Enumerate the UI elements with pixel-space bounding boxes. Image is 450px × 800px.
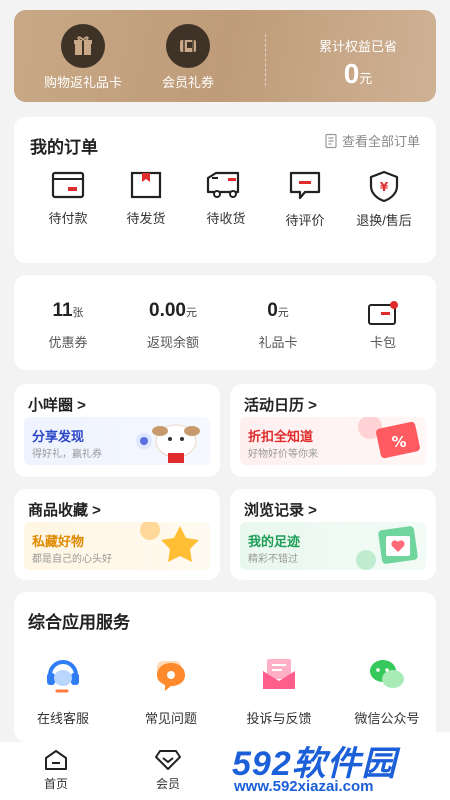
coupon-icon [180,37,196,55]
faq-icon [157,661,185,691]
footprint-banner[interactable]: 我的足迹 精彩不错过 [240,522,426,570]
order-after-sales[interactable]: ¥ 退换/售后 [344,170,424,229]
order-pending-payment[interactable]: 待付款 [28,170,108,227]
share-banner[interactable]: 分享发现 得好礼，赢礼券 [24,417,210,465]
comment-icon [289,171,321,200]
gift-card-label[interactable]: 购物返礼品卡 [28,72,138,91]
list-icon [325,133,337,148]
truck-icon [206,171,240,198]
saved-label: 累计权益已省 [318,39,397,54]
services-title: 综合应用服务 [28,613,130,632]
mascot-icon [136,424,200,463]
discount-banner[interactable]: 折扣全知道 好物好价等你来 % [240,417,426,465]
headset-icon [47,660,79,693]
wallet-cashback[interactable]: 0.00元 返现余额 [123,300,223,351]
coupon-button[interactable] [166,24,210,68]
svg-text:%: % [391,433,406,451]
orders-title: 我的订单 [30,138,98,157]
wechat-icon [370,660,404,688]
tile-event-calendar[interactable]: 活动日历 > 折扣全知道 好物好价等你来 % [230,384,436,477]
gift-card-button[interactable] [61,24,105,68]
watermark-url: www.592xiazai.com [234,778,374,795]
calendar-heart-icon [356,526,418,570]
tab-home[interactable]: 首页 [26,748,86,792]
mail-icon [263,659,295,689]
service-online-support[interactable]: 在线客服 [13,655,113,727]
benefits-banner: 购物返礼品卡 会员礼券 累计权益已省 0元 [14,10,436,102]
card-wallet-icon [368,301,398,325]
home-icon [45,750,67,770]
tile-history[interactable]: 浏览记录 > 我的足迹 精彩不错过 [230,489,436,580]
service-wechat[interactable]: 微信公众号 [337,655,437,727]
view-all-orders-link[interactable]: 查看全部订单 [323,131,420,150]
order-pending-review[interactable]: 待评价 [265,170,345,229]
tile-favorites[interactable]: 商品收藏 > 私藏好物 都是自己的心头好 [14,489,220,580]
diamond-icon [155,750,181,770]
coupon-label[interactable]: 会员礼券 [133,72,243,91]
shield-yen-icon: ¥ [369,170,399,202]
wallet-giftcard[interactable]: 0元 礼品卡 [228,300,328,351]
discount-tag-icon: % [358,417,420,459]
star-icon [140,522,199,562]
wallet-icon [51,171,85,199]
tab-member[interactable]: 会员 [138,748,198,792]
package-icon [130,171,162,199]
order-pending-shipment[interactable]: 待发货 [106,170,186,227]
service-complaint-feedback[interactable]: 投诉与反馈 [229,655,329,727]
wallet-coupons[interactable]: 11张 优惠券 [18,300,118,351]
svg-text:¥: ¥ [380,180,389,194]
order-pending-receipt[interactable]: 待收货 [186,170,266,227]
divider [265,34,266,86]
favorites-banner[interactable]: 私藏好物 都是自己的心头好 [24,522,210,570]
service-faq[interactable]: 常见问题 [121,655,221,727]
gift-icon [74,36,92,55]
watermark: 592软件园 www.592xiazai.com [224,732,450,800]
wallet-card-pack[interactable]: 卡包 [333,300,433,351]
saved-value: 0元 [343,58,373,89]
tile-xiaomie-circle[interactable]: 小咩圈 > 分享发现 得好礼，赢礼券 [14,384,220,477]
